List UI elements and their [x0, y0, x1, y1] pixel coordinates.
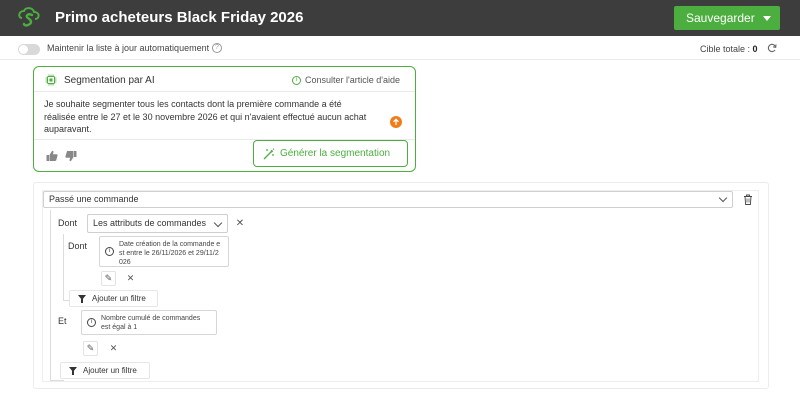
ai-panel-title: Segmentation par AI: [64, 75, 155, 86]
thumbs-up-icon[interactable]: [46, 150, 58, 162]
filter-pill-text: Nombre cumulé de commandes est égal à 1: [101, 314, 200, 332]
info-icon: i: [105, 247, 114, 256]
toggle-knob: [19, 45, 28, 54]
target-count: Cible totale : 0: [700, 44, 758, 54]
help-icon[interactable]: ?: [212, 43, 222, 53]
filter-pill-line: est égal à 1: [101, 324, 138, 331]
page-title: Primo acheteurs Black Friday 2026: [55, 9, 304, 26]
remove-filter-button[interactable]: ✕: [123, 271, 138, 286]
generate-segmentation-button[interactable]: Générer la segmentation: [253, 140, 408, 167]
send-prompt-button[interactable]: [390, 116, 402, 128]
target-label: Cible totale :: [700, 44, 751, 54]
list-options-bar: Maintenir la liste à jour automatiquemen…: [0, 36, 800, 60]
ai-prompt-input[interactable]: Je souhaite segmenter tous les contacts …: [44, 98, 374, 136]
edit-filter-button[interactable]: ✎: [101, 271, 116, 286]
thumbs-down-icon[interactable]: [65, 150, 77, 162]
attribute-select[interactable]: Les attributs de commandes: [87, 214, 228, 233]
help-article-link[interactable]: i Consulter l'article d'aide: [292, 75, 400, 85]
ai-chip-icon: [45, 74, 57, 86]
ai-segmentation-panel: Segmentation par AI i Consulter l'articl…: [33, 66, 416, 172]
remove-attribute-button[interactable]: ✕: [233, 217, 247, 231]
refresh-icon[interactable]: [767, 43, 777, 53]
condition-select-value: Passé une commande: [49, 194, 139, 204]
edit-icon: ✎: [86, 343, 95, 353]
magic-wand-icon: [263, 148, 275, 160]
add-filter-button[interactable]: Ajouter un filtre: [60, 362, 150, 379]
filter-pill-line: st entre le 26/11/2026 et 29/11/2: [119, 250, 219, 257]
help-article-label: Consulter l'article d'aide: [305, 75, 400, 85]
dont-label: Dont: [58, 218, 78, 228]
dont-label: Dont: [68, 241, 88, 251]
filter-icon: [78, 295, 86, 303]
generate-button-label: Générer la segmentation: [280, 148, 391, 159]
edit-filter-button[interactable]: ✎: [83, 341, 98, 356]
brand-logo-icon: [18, 7, 40, 27]
filter-icon: [69, 367, 77, 375]
filter-pill-line: Nombre cumulé de commandes: [101, 315, 201, 322]
top-bar: Primo acheteurs Black Friday 2026 Sauveg…: [0, 0, 800, 36]
filter-pill-line: Date création de la commande e: [119, 241, 221, 248]
chevron-down-icon[interactable]: [213, 218, 223, 228]
target-value: 0: [752, 44, 758, 54]
condition-select[interactable]: Passé une commande: [43, 191, 733, 208]
et-label: Et: [58, 316, 67, 326]
filter-pill-count[interactable]: i Nombre cumulé de commandes est égal à …: [81, 310, 217, 335]
info-icon: i: [87, 318, 96, 327]
save-button[interactable]: Sauvegarder: [674, 6, 780, 30]
attribute-select-value: Les attributs de commandes: [93, 218, 207, 228]
tree-line: [50, 380, 64, 381]
chevron-down-icon[interactable]: [763, 16, 771, 21]
chevron-down-icon[interactable]: [718, 193, 728, 203]
info-icon: i: [292, 75, 301, 85]
filter-pill-date[interactable]: i Date création de la commande e st entr…: [99, 236, 229, 267]
filter-pill-text: Date création de la commande e st entre …: [119, 240, 220, 267]
add-filter-label: Ajouter un filtre: [83, 366, 137, 375]
auto-update-label: Maintenir la liste à jour automatiquemen…: [47, 43, 210, 53]
tree-line: [50, 210, 51, 380]
edit-icon: ✎: [104, 273, 113, 283]
tree-line: [63, 234, 64, 300]
remove-filter-button[interactable]: ✕: [106, 341, 121, 356]
add-filter-button[interactable]: Ajouter un filtre: [69, 290, 158, 307]
filter-pill-line: 026: [119, 259, 131, 266]
divider: [34, 91, 415, 92]
save-button-label: Sauvegarder: [686, 11, 755, 25]
trash-icon[interactable]: [743, 194, 753, 205]
auto-update-toggle[interactable]: [18, 44, 40, 55]
add-filter-label: Ajouter un filtre: [92, 294, 146, 303]
arrow-up-icon: [393, 118, 399, 125]
